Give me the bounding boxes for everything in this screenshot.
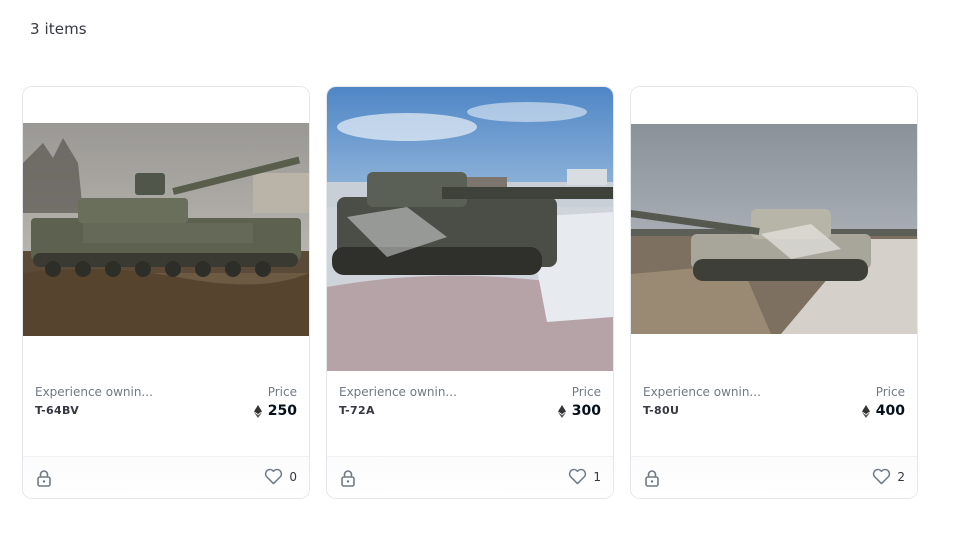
price-label: Price	[571, 385, 601, 399]
card-info: Experience ownin... T-64BV Price 250	[35, 385, 297, 425]
card-description: Experience ownin...	[339, 385, 457, 399]
favorite-count: 0	[289, 469, 297, 484]
card-media[interactable]	[631, 87, 917, 371]
favorite-count: 2	[897, 469, 905, 484]
card-footer: 2	[631, 456, 917, 498]
favorite-count: 1	[593, 469, 601, 484]
favorite-button[interactable]: 2	[872, 468, 905, 485]
price-value: 400	[861, 403, 905, 419]
card-info: Experience ownin... T-80U Price 400	[643, 385, 905, 425]
card-image[interactable]	[327, 87, 613, 371]
price-value: 250	[253, 403, 297, 419]
card-title[interactable]: T-72A	[339, 404, 375, 417]
card-description: Experience ownin...	[643, 385, 761, 399]
card-image[interactable]	[631, 124, 917, 334]
card-media[interactable]	[327, 87, 613, 371]
ethereum-icon	[253, 404, 262, 418]
nft-card[interactable]: Experience ownin... T-64BV Price 250 0	[22, 86, 310, 499]
card-image[interactable]	[23, 123, 309, 336]
price-amount: 250	[267, 403, 297, 419]
card-title[interactable]: T-80U	[643, 404, 679, 417]
card-info: Experience ownin... T-72A Price 300	[339, 385, 601, 425]
heart-icon[interactable]	[568, 468, 587, 485]
lock-icon[interactable]	[340, 469, 356, 487]
favorite-button[interactable]: 0	[264, 468, 297, 485]
card-media[interactable]	[23, 87, 309, 371]
lock-icon[interactable]	[36, 469, 52, 487]
heart-icon[interactable]	[264, 468, 283, 485]
nft-card[interactable]: Experience ownin... T-72A Price 300 1	[326, 86, 614, 499]
price-amount: 400	[875, 403, 905, 419]
lock-icon[interactable]	[644, 469, 660, 487]
price-label: Price	[875, 385, 905, 399]
ethereum-icon	[861, 404, 870, 418]
favorite-button[interactable]: 1	[568, 468, 601, 485]
item-count: 3 items	[30, 20, 87, 38]
nft-card[interactable]: Experience ownin... T-80U Price 400 2	[630, 86, 918, 499]
heart-icon[interactable]	[872, 468, 891, 485]
price-label: Price	[267, 385, 297, 399]
ethereum-icon	[557, 404, 566, 418]
card-footer: 0	[23, 456, 309, 498]
card-title[interactable]: T-64BV	[35, 404, 79, 417]
card-description: Experience ownin...	[35, 385, 153, 399]
card-footer: 1	[327, 456, 613, 498]
price-amount: 300	[571, 403, 601, 419]
price-value: 300	[557, 403, 601, 419]
